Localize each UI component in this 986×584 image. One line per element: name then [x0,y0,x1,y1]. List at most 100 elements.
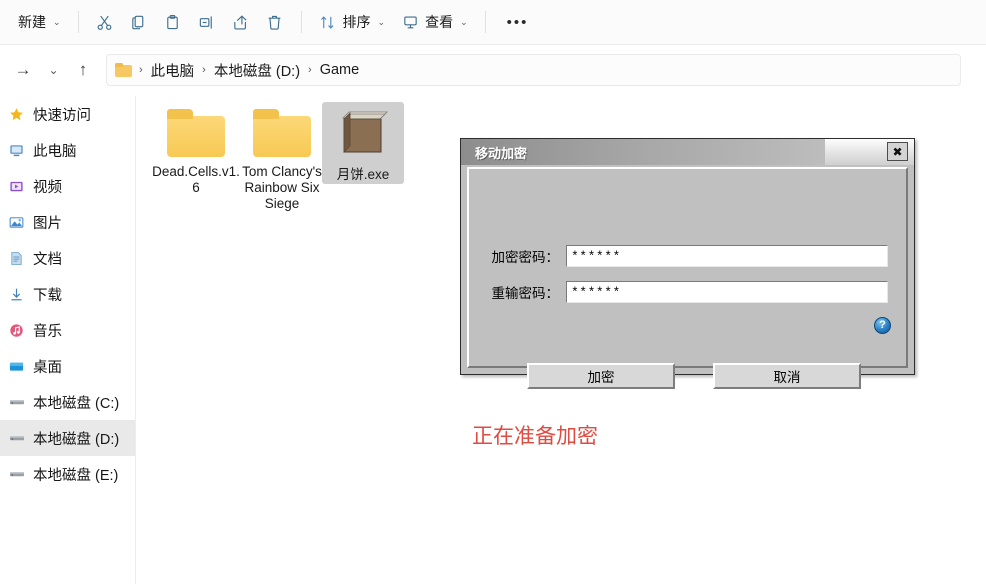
sidebar-item-label: 图片 [33,212,62,233]
up-button[interactable]: ↑ [68,55,98,85]
sidebar-item-this-pc[interactable]: 此电脑 [0,132,135,168]
list-item-label: Dead.Cells.v1.6 [152,164,240,196]
ellipsis-icon: ••• [503,14,533,31]
scissors-icon [96,13,114,31]
list-item[interactable]: Tom Clancy's Rainbow Six Siege [236,102,328,212]
sidebar-item-pictures[interactable]: 图片 [0,204,135,240]
chevron-down-icon: ⌄ [460,17,468,28]
arrow-up-icon: ↑ [79,60,88,80]
exe-archive-icon [335,108,391,165]
rename-button[interactable] [190,7,224,37]
drive-icon [8,466,25,483]
close-glyph: ✖ [892,146,902,158]
chevron-down-icon: ⌄ [53,17,61,28]
address-bar: → ⌄ ↑ › 此电脑 › 本地磁盘 (D:) › Game [0,45,986,95]
close-icon[interactable]: ✖ [887,142,908,161]
dialog-title: 移动加密 [475,143,527,162]
confirm-password-row: 重输密码： ****** [481,281,888,303]
share-icon [232,13,250,31]
sidebar-item-label: 下载 [33,284,62,305]
paste-icon [164,13,182,31]
sidebar-item-label: 桌面 [33,356,62,377]
forward-button[interactable]: → [8,55,38,85]
password-input[interactable]: ****** [566,245,888,267]
sidebar-item-drive-d[interactable]: 本地磁盘 (D:) [0,420,135,456]
status-text: 正在准备加密 [472,420,598,450]
video-icon [8,178,25,195]
folder-icon [165,108,227,158]
desktop-icon [8,358,25,375]
breadcrumb-item-1[interactable]: 本地磁盘 (D:) [209,57,305,84]
list-item[interactable]: 月饼.exe [322,102,404,184]
help-icon[interactable]: ? [874,317,891,334]
sidebar-item-music[interactable]: 音乐 [0,312,135,348]
encrypt-dialog: 移动加密 ✖ 加密密码： ****** 重输密码： ****** ? 加密 取消 [460,138,915,375]
rename-icon [198,13,216,31]
document-icon [8,250,25,267]
delete-button[interactable] [258,7,292,37]
trash-icon [266,13,284,31]
toolbar: 新建 ⌄ [0,0,986,44]
copy-button[interactable] [122,7,156,37]
recent-locations-button[interactable]: ⌄ [38,55,68,85]
chevron-down-icon: ⌄ [48,63,58,77]
view-button-label: 查看 [425,12,453,32]
paste-button[interactable] [156,7,190,37]
confirm-password-input[interactable]: ****** [566,281,888,303]
cancel-button[interactable]: 取消 [713,363,861,389]
list-item[interactable]: Dead.Cells.v1.6 [150,102,242,196]
sidebar-item-label: 文档 [33,248,62,269]
sidebar-item-desktop[interactable]: 桌面 [0,348,135,384]
monitor-icon [401,13,419,31]
sidebar-item-drive-c[interactable]: 本地磁盘 (C:) [0,384,135,420]
music-icon [8,322,25,339]
dialog-body: 加密密码： ****** 重输密码： ****** ? 加密 取消 [467,167,908,368]
drive-icon [8,394,25,411]
sidebar: 快速访问 此电脑 视频 图片 文档 下载 音乐 [0,96,135,584]
sort-icon [319,13,337,31]
sidebar-item-label: 快速访问 [33,104,91,125]
sidebar-item-label: 本地磁盘 (D:) [33,428,119,449]
new-button[interactable]: 新建 ⌄ [10,7,69,37]
sidebar-item-label: 此电脑 [33,140,77,161]
sidebar-item-label: 音乐 [33,320,62,341]
breadcrumb[interactable]: › 此电脑 › 本地磁盘 (D:) › Game [106,54,961,86]
folder-icon [115,63,132,77]
cut-button[interactable] [88,7,122,37]
view-button[interactable]: 查看 ⌄ [393,7,476,37]
sidebar-item-label: 本地磁盘 (C:) [33,392,119,413]
share-button[interactable] [224,7,258,37]
picture-icon [8,214,25,231]
star-icon [8,106,25,123]
password-row: 加密密码： ****** [481,245,888,267]
sort-button[interactable]: 排序 ⌄ [311,7,394,37]
overflow-button[interactable]: ••• [495,7,541,37]
drive-icon [8,430,25,447]
confirm-password-label: 重输密码： [481,282,559,302]
sidebar-item-downloads[interactable]: 下载 [0,276,135,312]
breadcrumb-separator: › [305,64,315,76]
breadcrumb-item-0[interactable]: 此电脑 [146,57,200,84]
breadcrumb-separator: › [136,64,146,76]
dialog-titlebar[interactable]: 移动加密 ✖ [461,139,914,165]
sidebar-item-label: 本地磁盘 (E:) [33,464,118,485]
list-item-label: Tom Clancy's Rainbow Six Siege [238,164,326,212]
help-glyph: ? [879,320,886,331]
sidebar-item-drive-e[interactable]: 本地磁盘 (E:) [0,456,135,492]
download-icon [8,286,25,303]
copy-icon [130,13,148,31]
chevron-down-icon: ⌄ [378,17,386,28]
breadcrumb-item-2[interactable]: Game [315,59,365,81]
sidebar-item-videos[interactable]: 视频 [0,168,135,204]
cancel-button-label: 取消 [774,366,801,386]
folder-icon [251,108,313,158]
sort-button-label: 排序 [343,12,371,32]
toolbar-separator-3 [485,11,486,33]
encrypt-button[interactable]: 加密 [527,363,675,389]
new-button-label: 新建 [18,12,46,32]
sidebar-item-label: 视频 [33,176,62,197]
sidebar-item-quick-access[interactable]: 快速访问 [0,96,135,132]
breadcrumb-separator: › [199,64,209,76]
password-label: 加密密码： [481,246,559,266]
sidebar-item-documents[interactable]: 文档 [0,240,135,276]
